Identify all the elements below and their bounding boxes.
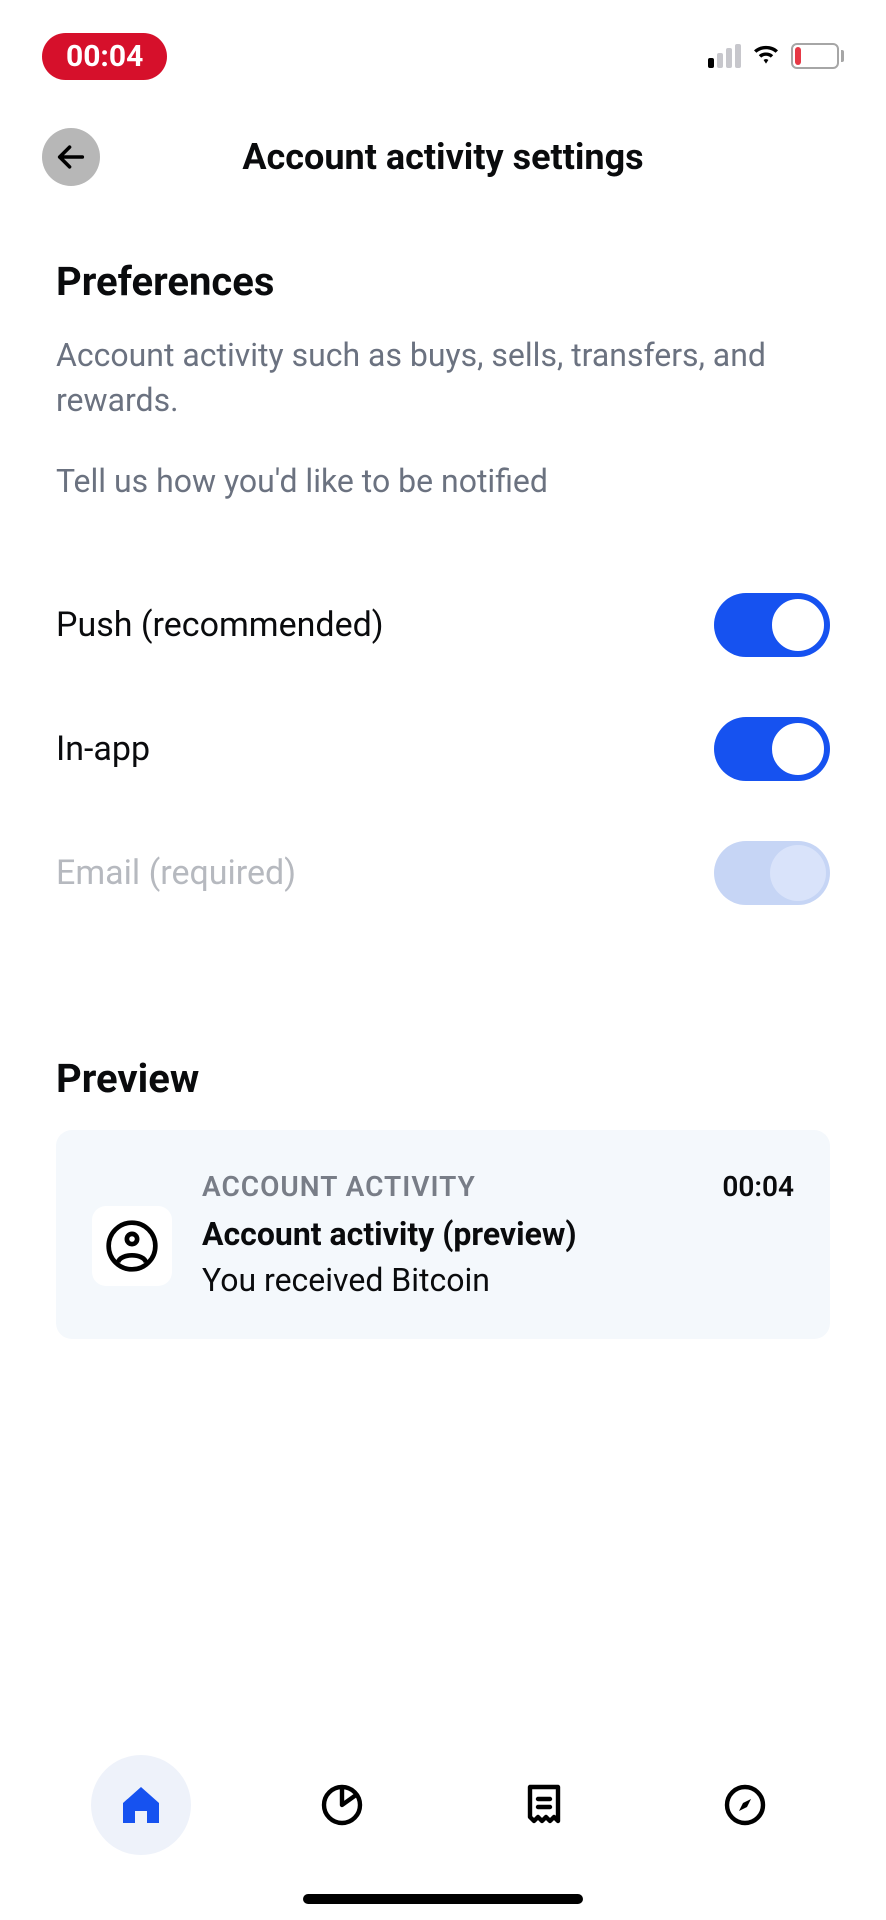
wifi-icon — [751, 42, 781, 70]
preference-row-push: Push (recommended) — [56, 563, 830, 687]
status-right: 13 — [708, 42, 844, 70]
content: Preferences Account activity such as buy… — [0, 198, 886, 1339]
toggle-email — [714, 841, 830, 905]
preference-label: In-app — [56, 729, 150, 769]
nav-portfolio[interactable] — [292, 1755, 392, 1855]
preview-section: Preview ACCOUNT ACTIVITY 00:04 Account a… — [56, 1055, 830, 1339]
status-bar: 00:04 13 — [0, 0, 886, 92]
bottom-nav — [0, 1740, 886, 1920]
preferences-description: Account activity such as buys, sells, tr… — [56, 333, 830, 423]
preview-message: You received Bitcoin — [202, 1261, 794, 1299]
preferences-heading: Preferences — [56, 258, 830, 305]
receipt-icon — [520, 1781, 568, 1829]
person-icon — [104, 1218, 160, 1274]
preview-body: ACCOUNT ACTIVITY 00:04 Account activity … — [202, 1170, 794, 1299]
home-icon — [117, 1781, 165, 1829]
preview-avatar — [92, 1206, 172, 1286]
pie-chart-icon — [318, 1781, 366, 1829]
home-indicator[interactable] — [303, 1894, 583, 1904]
toggle-inapp[interactable] — [714, 717, 830, 781]
preference-row-inapp: In-app — [56, 687, 830, 811]
preference-label: Push (recommended) — [56, 605, 384, 645]
arrow-left-icon — [54, 140, 88, 174]
back-button[interactable] — [42, 128, 100, 186]
preview-title: Account activity (preview) — [202, 1215, 794, 1253]
page-header: Account activity settings — [0, 92, 886, 198]
preferences-prompt: Tell us how you'd like to be notified — [56, 459, 830, 504]
nav-receipt[interactable] — [494, 1755, 594, 1855]
preference-label: Email (required) — [56, 853, 296, 893]
battery-icon: 13 — [791, 43, 844, 69]
compass-icon — [721, 1781, 769, 1829]
nav-explore[interactable] — [695, 1755, 795, 1855]
preference-row-email: Email (required) — [56, 811, 830, 935]
toggle-push[interactable] — [714, 593, 830, 657]
preview-time: 00:04 — [722, 1170, 794, 1203]
nav-home[interactable] — [91, 1755, 191, 1855]
preview-card: ACCOUNT ACTIVITY 00:04 Account activity … — [56, 1130, 830, 1339]
preview-category: ACCOUNT ACTIVITY — [202, 1170, 476, 1203]
cellular-signal-icon — [708, 44, 741, 68]
page-title: Account activity settings — [42, 136, 844, 178]
preview-heading: Preview — [56, 1055, 830, 1102]
status-time-pill: 00:04 — [42, 33, 167, 80]
